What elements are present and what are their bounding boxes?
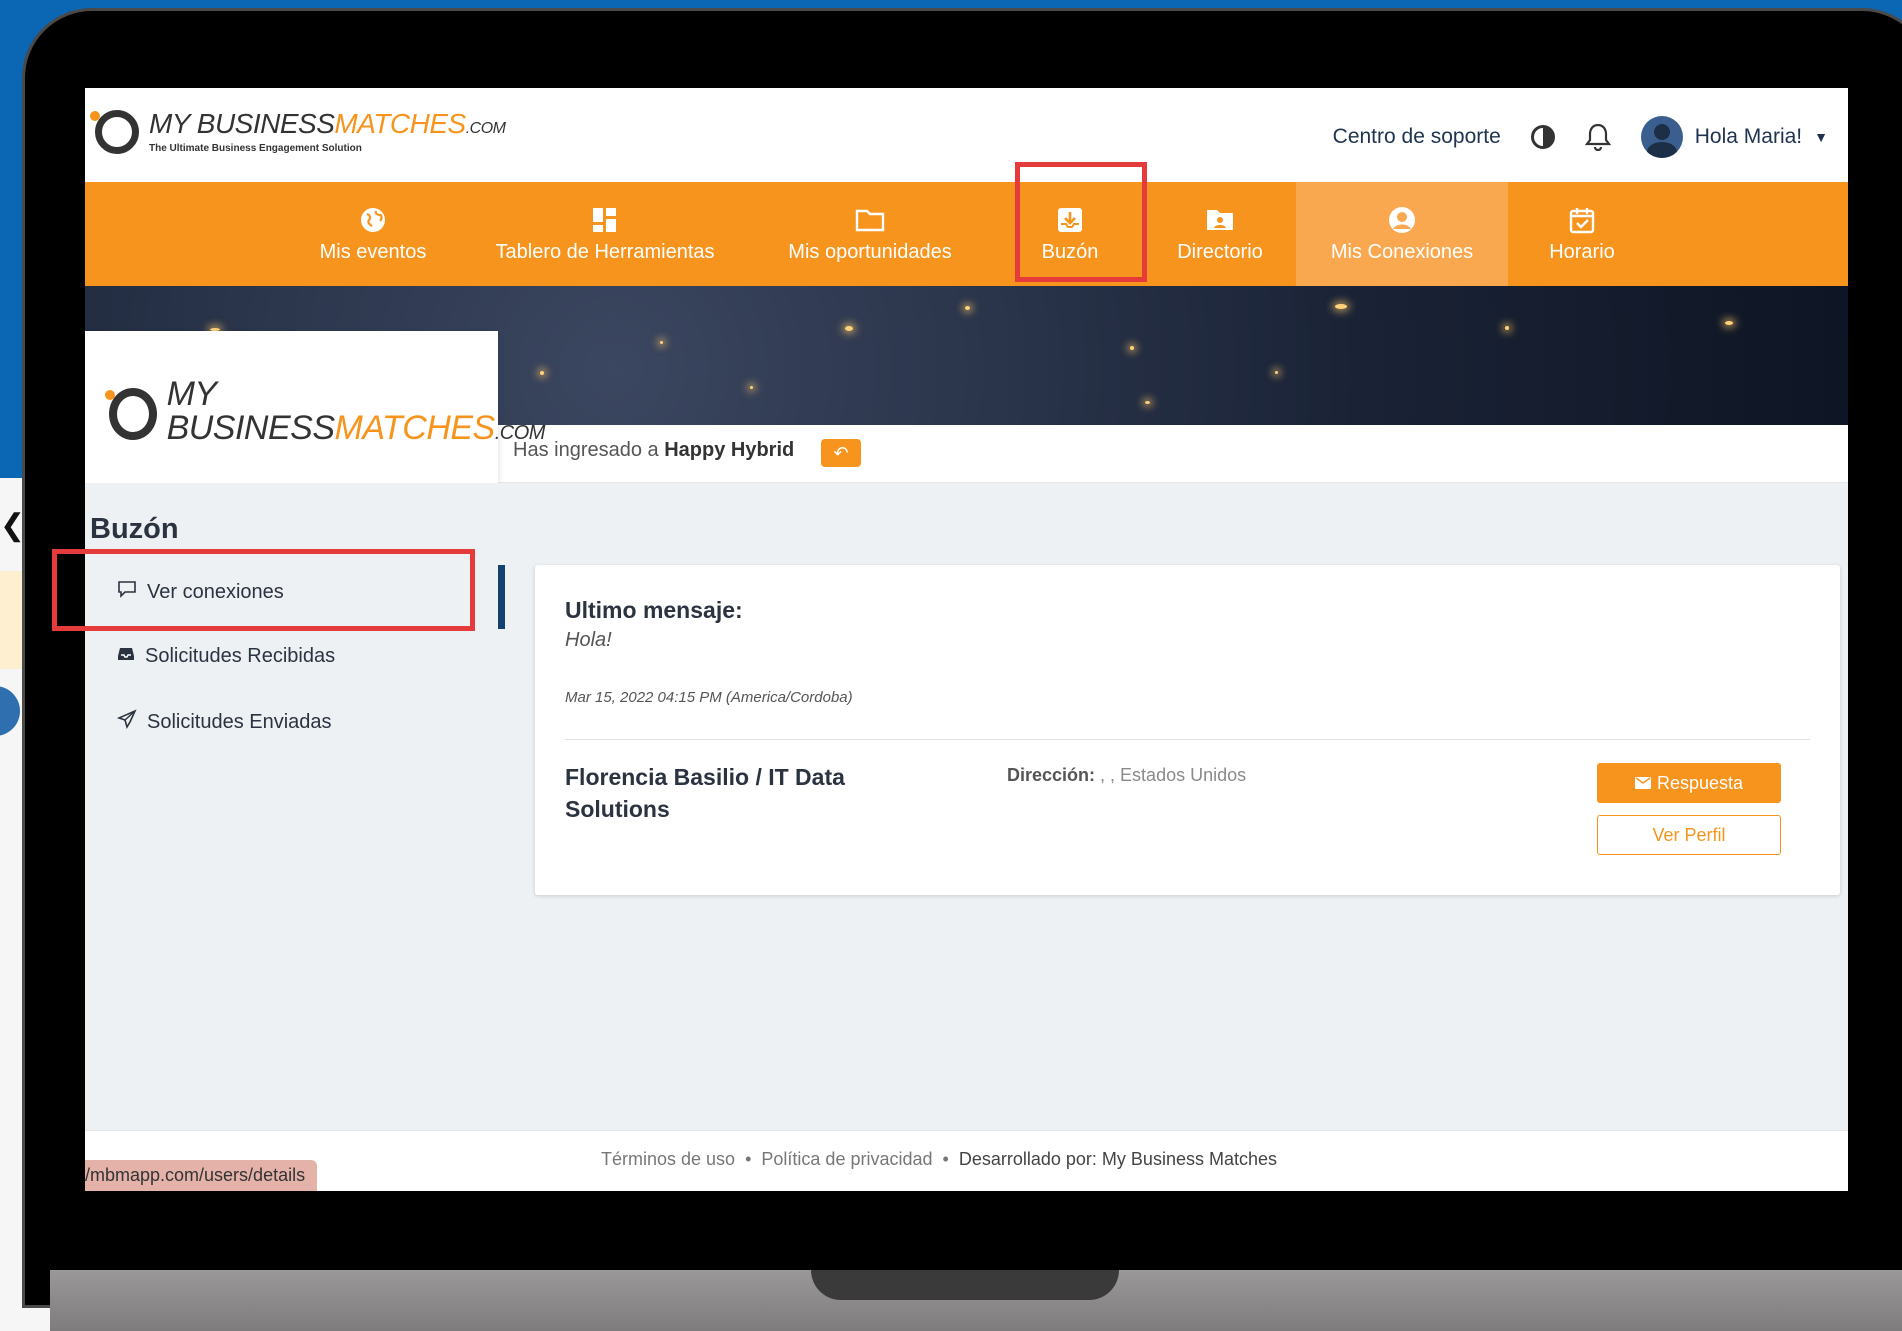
support-link[interactable]: Centro de soporte	[1333, 125, 1501, 149]
event-logo-card: MY BUSINESSMATCHES.COM	[85, 331, 545, 483]
card-title: Ultimo mensaje:	[565, 597, 743, 623]
logo-text-1: MY BUSINESS	[149, 108, 335, 139]
dashboard-icon	[590, 205, 620, 235]
footer-separator: •	[745, 1149, 752, 1169]
developer-credit: Desarrollado por: My Business Matches	[958, 1149, 1277, 1169]
nav-item-mis-oportunidades[interactable]: Mis oportunidades	[775, 182, 965, 286]
user-menu[interactable]: Hola Maria! ▼	[1640, 116, 1828, 158]
message-card: Ultimo mensaje: Hola! Mar 15, 2022 04:15…	[535, 565, 1840, 895]
active-indicator	[498, 565, 505, 629]
event-info-text: Has ingresado a Happy Hybrid	[513, 439, 795, 461]
bell-icon[interactable]	[1584, 123, 1611, 151]
sidebar-item-label: Solicitudes Recibidas	[145, 645, 336, 667]
nav-item-directorio[interactable]: Directorio	[1155, 182, 1285, 286]
nav-item-horario[interactable]: Horario	[1522, 182, 1642, 286]
directory-icon	[1205, 205, 1235, 235]
envelope-icon	[1634, 773, 1651, 794]
highlight-box-ver-conexiones	[52, 549, 475, 631]
inbox-tray-icon	[117, 645, 135, 668]
reply-icon[interactable]: ↶	[821, 439, 861, 467]
footer: Términos de uso • Política de privacidad…	[85, 1130, 1848, 1191]
logo-text-2: MATCHES	[334, 409, 496, 447]
event-logo: MY BUSINESSMATCHES.COM	[105, 375, 549, 450]
status-url-tooltip: /mbmapp.com/users/details	[85, 1160, 318, 1191]
contact-name[interactable]: Florencia Basilio / IT Data Solutions	[565, 761, 905, 825]
nav-label: Mis oportunidades	[788, 240, 952, 263]
last-message: Hola!	[565, 629, 612, 651]
reply-button-label: Respuesta	[1656, 772, 1744, 793]
brand-logo[interactable]: MY BUSINESSMATCHES.COM The Ultimate Busi…	[90, 108, 506, 154]
contact-address: Dirección: , , Estados Unidos	[1007, 765, 1247, 785]
view-profile-button[interactable]: Ver Perfil	[1597, 815, 1781, 855]
logo-suffix: .COM	[465, 120, 506, 137]
nav-item-mis-eventos[interactable]: Mis eventos	[290, 182, 456, 286]
chevron-down-icon: ▼	[1814, 129, 1828, 145]
message-date: Mar 15, 2022 04:15 PM (America/Cordoba)	[565, 689, 853, 706]
logo-text-1: MY BUSINESS	[166, 375, 335, 447]
paper-plane-icon	[116, 709, 137, 735]
top-bar: MY BUSINESSMATCHES.COM The Ultimate Busi…	[85, 88, 1848, 182]
nav-label: Tablero de Herramientas	[495, 240, 715, 263]
sidebar-item-label: Solicitudes Enviadas	[147, 710, 332, 733]
footer-separator: •	[942, 1149, 949, 1169]
calendar-check-icon	[1567, 205, 1597, 235]
user-circle-icon	[1387, 205, 1417, 235]
logo-text-2: MATCHES	[334, 108, 466, 139]
logo-tagline: The Ultimate Business Engagement Solutio…	[149, 143, 362, 154]
avatar	[0, 686, 20, 736]
privacy-link[interactable]: Política de privacidad	[761, 1149, 932, 1169]
divider	[565, 739, 1810, 740]
avatar	[1640, 116, 1683, 158]
laptop-notch	[811, 1270, 1119, 1300]
terms-link[interactable]: Términos de uso	[601, 1149, 735, 1169]
nav-item-mis-conexiones[interactable]: Mis Conexiones	[1296, 182, 1508, 286]
contrast-icon[interactable]	[1530, 125, 1555, 149]
nav-item-tablero[interactable]: Tablero de Herramientas	[480, 182, 730, 286]
nav-label: Directorio	[1177, 240, 1263, 263]
event-name: Happy Hybrid	[664, 439, 795, 461]
sidebar-item-solicitudes-recibidas[interactable]: Solicitudes Recibidas	[117, 645, 335, 668]
app-window: MY BUSINESSMATCHES.COM The Ultimate Busi…	[85, 88, 1848, 1191]
reply-button[interactable]: Respuesta	[1597, 763, 1781, 803]
nav-label: Mis Conexiones	[1330, 240, 1474, 263]
logo-suffix: .COM	[494, 422, 546, 444]
highlight-box-buzon	[1015, 162, 1147, 282]
logo-mark-icon	[105, 387, 157, 440]
user-greeting: Hola Maria!	[1694, 125, 1803, 148]
nav-label: Mis eventos	[319, 240, 427, 263]
main-nav: Mis eventos Tablero de Herramientas Mis …	[85, 182, 1848, 286]
sidebar-item-solicitudes-enviadas[interactable]: Solicitudes Enviadas	[116, 709, 332, 735]
globe-icon	[358, 205, 388, 235]
logo-mark-icon	[90, 110, 139, 154]
folder-icon	[855, 205, 885, 235]
nav-label: Horario	[1549, 240, 1615, 263]
page-title: Buzón	[90, 513, 179, 545]
